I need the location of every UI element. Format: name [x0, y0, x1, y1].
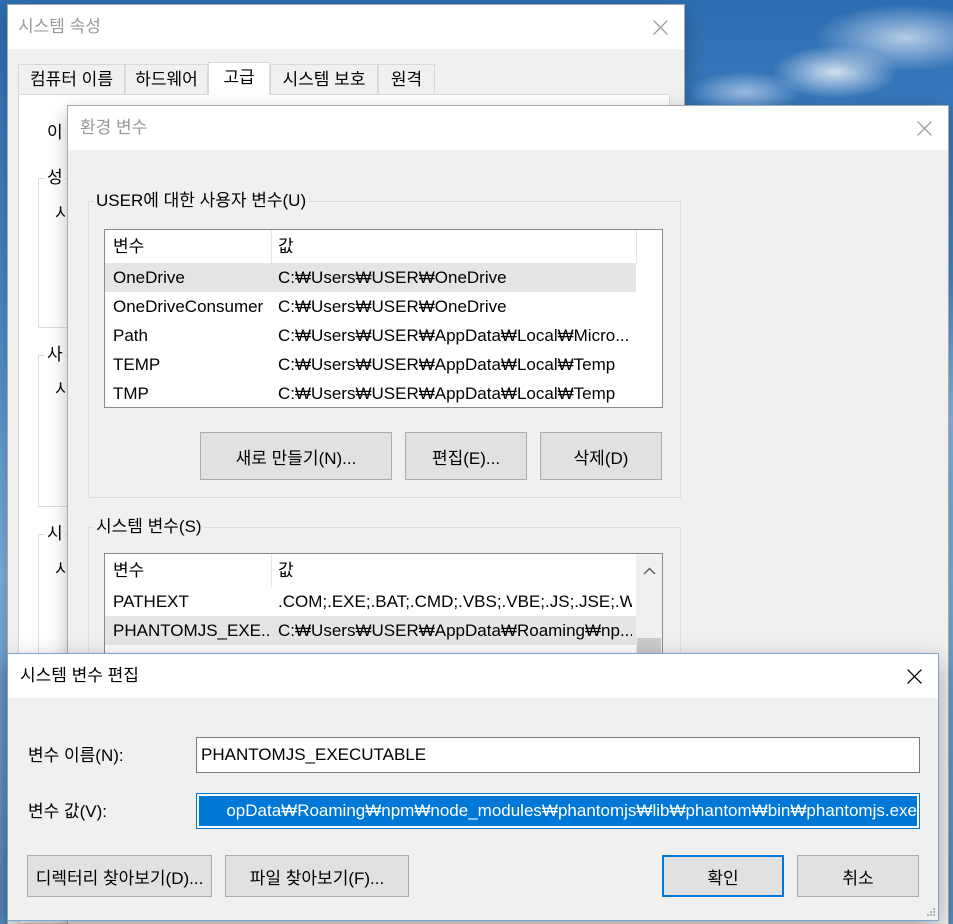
user-variables-label: USER에 대한 사용자 변수(U) — [94, 191, 309, 211]
column-header-variable[interactable]: 변수 — [105, 554, 272, 587]
selected-text-highlight: opData₩Roaming₩npm₩node_modules₩phantomj… — [199, 796, 917, 826]
close-button[interactable] — [636, 5, 684, 49]
edit-system-variable-dialog: 시스템 변수 편집 변수 이름(N): PHANTOMJS_EXECUTABLE… — [8, 654, 938, 920]
close-button[interactable] — [900, 106, 948, 150]
chevron-up-icon-stroke — [642, 566, 656, 575]
list-row[interactable]: TMP C:₩Users₩USER₩AppData₩Local₩Temp — [105, 379, 636, 407]
row-variable-value: C:₩Users₩USER₩OneDrive — [278, 297, 507, 316]
row-variable-value: C:₩Users₩USER₩AppData₩Roaming₩np... — [278, 621, 632, 640]
grip-dot — [927, 914, 929, 916]
grip-dot — [933, 914, 935, 916]
list-row[interactable]: Path C:₩Users₩USER₩AppData₩Local₩Micro..… — [105, 321, 636, 350]
delete-user-variable-button[interactable]: 삭제(D) — [540, 432, 662, 480]
group-label-fragment: 시 — [45, 524, 65, 544]
tab-label: 하드웨어 — [135, 70, 198, 89]
button-label: 편집(E)... — [431, 448, 501, 468]
grip-dot — [930, 911, 932, 913]
variable-name-value: PHANTOMJS_EXECUTABLE — [201, 745, 427, 764]
row-variable-name: OneDrive — [113, 268, 185, 287]
scroll-up-button[interactable] — [636, 554, 662, 587]
tab-remote[interactable]: 원격 — [378, 64, 435, 94]
list-row[interactable]: PATHEXT .COM;.EXE;.BAT;.CMD;.VBS;.VBE;.J… — [105, 587, 636, 616]
column-header-label: 변수 — [113, 561, 145, 580]
grip-dot — [930, 914, 932, 916]
close-icon — [906, 668, 922, 684]
variable-name-input[interactable]: PHANTOMJS_EXECUTABLE — [196, 737, 920, 773]
row-variable-value: C:₩Users₩USER₩AppData₩Local₩Micro... — [278, 326, 630, 345]
list-row[interactable]: OneDrive C:₩Users₩USER₩OneDrive — [105, 263, 636, 292]
row-variable-value: C:₩Users₩USER₩AppData₩Local₩Temp — [278, 355, 616, 374]
column-header-label: 값 — [278, 237, 294, 256]
column-header-label: 값 — [278, 561, 294, 580]
window-title: 시스템 변수 편집 — [20, 666, 139, 685]
resize-grip[interactable] — [925, 906, 936, 917]
intro-text-fragment: 이 — [47, 123, 63, 142]
ok-button[interactable]: 확인 — [662, 855, 784, 897]
title-bar[interactable]: 시스템 속성 — [8, 5, 684, 49]
row-variable-value: .COM;.EXE;.BAT;.CMD;.VBS;.VBE;.JS;.JSE;.… — [278, 592, 632, 611]
row-variable-name: TMP — [113, 384, 149, 403]
group-label-fragment: 사 — [45, 345, 65, 365]
column-header-variable[interactable]: 변수 — [105, 230, 272, 263]
tab-advanced[interactable]: 고급 — [208, 62, 270, 95]
column-header-value[interactable]: 값 — [272, 230, 637, 263]
list-row[interactable]: TEMP C:₩Users₩USER₩AppData₩Local₩Temp — [105, 350, 636, 379]
browse-file-button[interactable]: 파일 찾아보기(F)... — [225, 855, 409, 897]
button-label: 파일 찾아보기(F)... — [249, 868, 385, 888]
variable-value-label: 변수 값(V): — [28, 802, 108, 821]
row-variable-name: Path — [113, 326, 148, 345]
row-variable-value: C:₩Users₩USER₩OneDrive — [278, 268, 507, 287]
column-header-filler — [637, 230, 662, 263]
row-variable-name: PATHEXT — [113, 592, 189, 611]
system-variables-label: 시스템 변수(S) — [94, 517, 204, 537]
window-title: 시스템 속성 — [18, 17, 101, 36]
variable-value-text: opData₩Roaming₩npm₩node_modules₩phantomj… — [226, 801, 917, 820]
new-user-variable-button[interactable]: 새로 만들기(N)... — [200, 432, 392, 480]
cancel-button[interactable]: 취소 — [797, 855, 919, 897]
button-label: 삭제(D) — [573, 448, 629, 468]
column-header-label: 변수 — [113, 237, 145, 256]
browse-directory-button[interactable]: 디렉터리 찾아보기(D)... — [27, 855, 212, 897]
row-variable-name: PHANTOMJS_EXE... — [113, 621, 270, 640]
close-icon — [916, 120, 932, 136]
column-header-value[interactable]: 값 — [272, 554, 637, 587]
group-label-fragment: 성 — [45, 168, 65, 188]
tab-label: 고급 — [223, 68, 255, 87]
window-title: 환경 변수 — [80, 118, 148, 137]
edit-user-variable-button[interactable]: 편집(E)... — [405, 432, 527, 480]
grip-dot — [933, 911, 935, 913]
list-row[interactable]: OneDriveConsumer C:₩Users₩USER₩OneDrive — [105, 292, 636, 321]
tab-hardware[interactable]: 하드웨어 — [125, 64, 208, 94]
tab-system-protection[interactable]: 시스템 보호 — [270, 64, 378, 94]
close-icon — [652, 19, 668, 35]
button-label: 디렉터리 찾아보기(D)... — [35, 868, 204, 888]
close-button[interactable] — [890, 654, 938, 698]
row-variable-name: OneDriveConsumer — [113, 297, 264, 316]
variable-value-input[interactable]: opData₩Roaming₩npm₩node_modules₩phantomj… — [196, 793, 920, 829]
user-variables-list[interactable]: 변수 값 OneDrive C:₩Users₩USER₩OneDrive One… — [104, 229, 663, 408]
button-label: 취소 — [842, 868, 874, 888]
title-bar[interactable]: 환경 변수 — [68, 106, 948, 150]
row-variable-name: TEMP — [113, 355, 161, 374]
row-variable-value: C:₩Users₩USER₩AppData₩Local₩Temp — [278, 384, 616, 403]
tab-label: 시스템 보호 — [282, 70, 366, 89]
list-row[interactable]: PHANTOMJS_EXE... C:₩Users₩USER₩AppData₩R… — [105, 616, 636, 645]
variable-name-label: 변수 이름(N): — [28, 746, 124, 765]
resize-grip-icon — [927, 908, 935, 916]
button-label: 새로 만들기(N)... — [235, 448, 357, 468]
grip-dot — [933, 908, 935, 910]
chevron-up-icon — [642, 566, 656, 575]
tab-computer-name[interactable]: 컴퓨터 이름 — [18, 64, 125, 94]
tab-label: 원격 — [390, 70, 423, 89]
tab-label: 컴퓨터 이름 — [30, 70, 113, 89]
button-label: 확인 — [707, 868, 739, 888]
title-bar[interactable]: 시스템 변수 편집 — [8, 654, 938, 698]
